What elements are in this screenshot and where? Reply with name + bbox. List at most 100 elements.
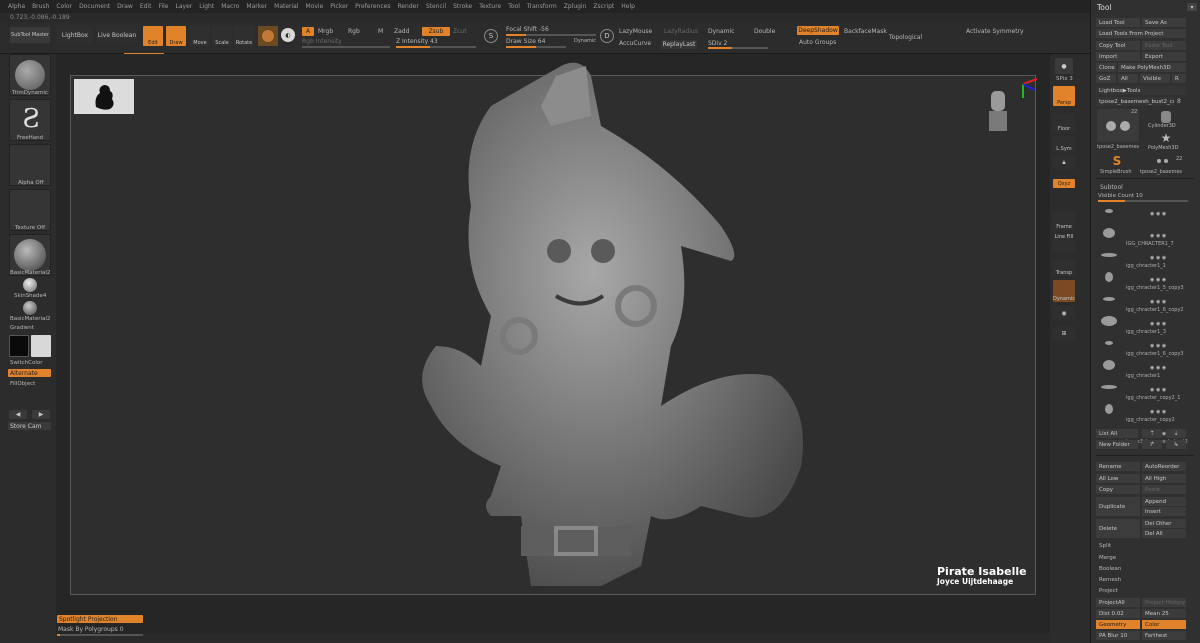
xpose-icon[interactable]: ⊞ xyxy=(1053,326,1075,340)
menu-item-tool[interactable]: Tool xyxy=(508,3,520,10)
paste-tool-button[interactable]: Paste Tool xyxy=(1142,41,1186,50)
goz-button[interactable]: GoZ xyxy=(1096,74,1116,83)
make-polymesh-button[interactable]: Make PolyMesh3D xyxy=(1118,63,1186,72)
skinshade-icon[interactable] xyxy=(23,278,37,292)
list-all-button[interactable]: List All xyxy=(1096,429,1138,438)
remesh-menu[interactable]: Remesh xyxy=(1099,577,1121,583)
z-intensity-label[interactable]: Z Intensity 43 xyxy=(396,38,438,45)
menu-item-layer[interactable]: Layer xyxy=(176,3,193,10)
activate-symmetry-button[interactable]: Activate Symmetry xyxy=(966,28,1024,35)
all-low-button[interactable]: All Low xyxy=(1096,474,1140,483)
subtool-visibility-icon[interactable]: ◉ ◉ ◉ xyxy=(1150,255,1166,261)
fillobject-button[interactable]: FillObject xyxy=(10,381,35,387)
clone-button[interactable]: Clone xyxy=(1096,63,1116,72)
focal-shift-slider[interactable] xyxy=(506,34,596,36)
basicmaterial-icon[interactable] xyxy=(23,301,37,315)
del-all-button[interactable]: Del All xyxy=(1142,529,1186,538)
lightbox-button[interactable]: LightBox xyxy=(57,27,93,43)
subtool-row[interactable]: ◉ ◉ ◉ IGG_CHRACTER1_7 xyxy=(1098,225,1188,247)
dynamic-button[interactable]: Dynamic xyxy=(708,28,734,35)
floor-button[interactable]: Floor xyxy=(1053,114,1075,132)
tool-thumb-tpose2[interactable] xyxy=(1150,155,1174,167)
simplebrush-icon[interactable]: S xyxy=(1108,153,1126,169)
project-history-button[interactable]: Project History xyxy=(1142,598,1186,607)
subtool-visibility-icon[interactable]: ◉ ◉ ◉ xyxy=(1150,387,1166,393)
menu-item-stencil[interactable]: Stencil xyxy=(426,3,446,10)
backfacemask-button[interactable]: BackfaceMask xyxy=(844,28,887,35)
autoreorder-button[interactable]: AutoReorder xyxy=(1142,462,1186,471)
subtool-row[interactable]: ◉ ◉ ◉ igg_chracter1_3 xyxy=(1098,313,1188,335)
cam-prev-icon[interactable]: ◀ xyxy=(9,410,27,419)
import-button[interactable]: Import xyxy=(1096,52,1140,61)
solo-icon[interactable]: ◉ xyxy=(1053,306,1075,320)
rename-button[interactable]: Rename xyxy=(1096,462,1140,471)
menu-item-edit[interactable]: Edit xyxy=(140,3,152,10)
polymesh-star-icon[interactable]: ★ xyxy=(1148,131,1184,145)
duplicate-button[interactable]: Duplicate xyxy=(1096,497,1140,516)
subtool-visibility-icon[interactable]: ◉ ◉ ◉ xyxy=(1150,409,1166,415)
mask-by-polygroups-label[interactable]: Mask By Polygroups 0 xyxy=(58,626,124,633)
lazymouse-button[interactable]: LazyMouse xyxy=(619,28,652,35)
lazymouse-icon[interactable]: D xyxy=(600,29,614,43)
spotlight-projection-button[interactable]: Spotlight Projection xyxy=(57,615,143,623)
farthest-button[interactable]: Farthest xyxy=(1142,631,1186,640)
secondary-color-swatch[interactable] xyxy=(31,335,51,357)
projectall-button[interactable]: ProjectAll xyxy=(1096,598,1140,607)
autogroups-button[interactable]: Auto Groups xyxy=(799,39,836,46)
geometry-button[interactable]: Geometry xyxy=(1096,620,1140,629)
menu-item-marker[interactable]: Marker xyxy=(246,3,267,10)
subtool-row[interactable]: ◉ ◉ ◉ igg_chracter1_1 xyxy=(1098,247,1188,269)
merge-menu[interactable]: Merge xyxy=(1099,555,1116,561)
visible-button[interactable]: Visible xyxy=(1140,74,1170,83)
rgb-intensity-label[interactable]: Rgb Intensity xyxy=(302,38,342,45)
boolean-menu[interactable]: Boolean xyxy=(1099,566,1121,572)
store-cam-button[interactable]: Store Cam xyxy=(8,422,51,430)
move-button[interactable]: Move xyxy=(190,26,210,46)
folder-down-icon[interactable]: ↳ xyxy=(1166,440,1186,449)
all-high-button[interactable]: All High xyxy=(1142,474,1186,483)
frame-button[interactable]: Frame xyxy=(1053,212,1075,230)
load-tool-button[interactable]: Load Tool xyxy=(1096,18,1140,27)
menu-item-movie[interactable]: Movie xyxy=(306,3,324,10)
orientation-gizmo-icon[interactable] xyxy=(981,76,1041,136)
subtool-visibility-icon[interactable]: ◉ ◉ ◉ xyxy=(1150,233,1166,239)
draw-button[interactable]: Draw xyxy=(166,26,186,46)
double-button[interactable]: Double xyxy=(754,28,775,35)
all-button[interactable]: All xyxy=(1118,74,1138,83)
subtool-row[interactable]: ◉ ◉ ◉ igg_chracter_copy2_1 xyxy=(1098,379,1188,401)
color-picker-icon[interactable]: ◐ xyxy=(281,28,295,42)
topological-button[interactable]: Topological xyxy=(889,34,922,41)
menu-item-help[interactable]: Help xyxy=(621,3,635,10)
menu-item-render[interactable]: Render xyxy=(397,3,418,10)
menu-item-preferences[interactable]: Preferences xyxy=(355,3,390,10)
rgb-button[interactable]: Rgb xyxy=(348,28,360,35)
deepshadow-button[interactable]: DeepShadow xyxy=(797,26,839,35)
cam-next-icon[interactable]: ▶ xyxy=(32,410,50,419)
a-button[interactable]: A xyxy=(302,27,314,36)
subtool-visibility-icon[interactable]: ◉ ◉ ◉ xyxy=(1150,343,1166,349)
append-button[interactable]: Append xyxy=(1142,497,1186,506)
linefill-button[interactable]: Line Fill xyxy=(1053,234,1075,252)
panel-close-icon[interactable]: ▾ xyxy=(1187,3,1197,11)
menu-item-zscript[interactable]: Zscript xyxy=(593,3,614,10)
alternate-button[interactable]: Alternate xyxy=(8,369,51,377)
draw-size-label[interactable]: Draw Size 64 xyxy=(506,38,545,45)
subtool-visibility-icon[interactable]: ◉ ◉ ◉ xyxy=(1150,365,1166,371)
export-button[interactable]: Export xyxy=(1142,52,1186,61)
delete-button[interactable]: Delete xyxy=(1096,519,1140,538)
subtool-row[interactable]: ◉ ◉ ◉ xyxy=(1098,203,1188,225)
zadd-button[interactable]: Zadd xyxy=(394,28,409,35)
bpr-icon[interactable]: ● xyxy=(1055,58,1073,74)
menu-item-light[interactable]: Light xyxy=(199,3,214,10)
visible-count-slider[interactable] xyxy=(1098,200,1188,202)
copy-button[interactable]: Copy xyxy=(1096,485,1140,494)
pa-blur-slider[interactable]: PA Blur 10 xyxy=(1096,631,1140,640)
menu-item-zplugin[interactable]: Zplugin xyxy=(564,3,587,10)
menu-item-material[interactable]: Material xyxy=(274,3,298,10)
menu-item-alpha[interactable]: Alpha xyxy=(8,3,25,10)
lightbox-tools-button[interactable]: Lightbox▶Tools xyxy=(1096,86,1186,95)
zcut-button[interactable]: Zcut xyxy=(453,28,467,35)
copy-tool-button[interactable]: Copy Tool xyxy=(1096,41,1140,50)
sculpt-model[interactable] xyxy=(341,46,841,601)
split-menu[interactable]: Split xyxy=(1099,543,1111,549)
